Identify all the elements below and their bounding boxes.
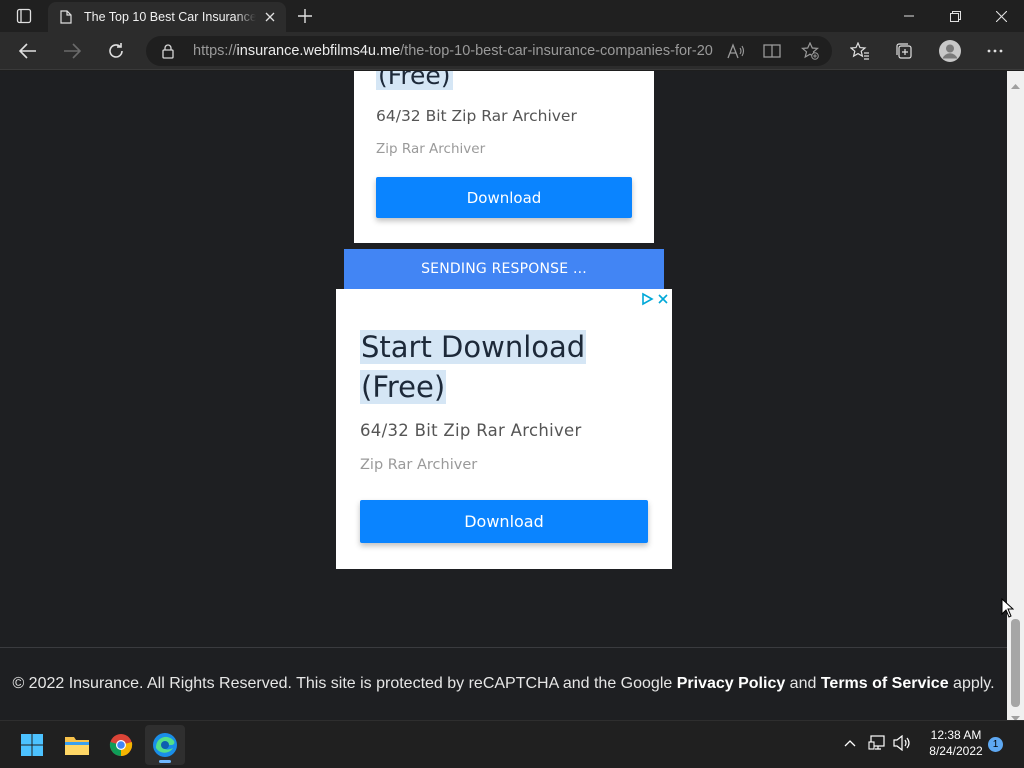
scroll-up-icon[interactable] bbox=[1011, 74, 1020, 93]
chevron-up-icon bbox=[844, 740, 856, 747]
forward-arrow-icon bbox=[64, 43, 81, 59]
address-bar[interactable]: https://insurance.webfilms4u.me/the-top-… bbox=[146, 36, 832, 66]
mouse-cursor-icon bbox=[1001, 597, 1015, 622]
ad-subtitle: 64/32 Bit Zip Rar Archiver bbox=[360, 421, 582, 440]
footer-divider bbox=[0, 647, 1007, 648]
add-favorite-icon[interactable] bbox=[800, 42, 820, 60]
url-text[interactable]: https://insurance.webfilms4u.me/the-top-… bbox=[193, 43, 713, 59]
close-tab-icon[interactable] bbox=[262, 9, 278, 25]
chrome-icon bbox=[109, 734, 133, 756]
back-button[interactable] bbox=[13, 36, 43, 66]
restore-icon bbox=[949, 10, 961, 22]
ad-headline[interactable]: Start Download (Free) bbox=[360, 327, 587, 407]
adchoices-icon[interactable] bbox=[640, 291, 654, 310]
ad-source: Zip Rar Archiver bbox=[360, 457, 478, 473]
taskbar: 12:38 AM 8/24/2022 1 bbox=[0, 720, 1024, 768]
collections-icon bbox=[896, 43, 912, 59]
ad-close-icon[interactable] bbox=[656, 291, 670, 310]
ad-subtitle: 64/32 Bit Zip Rar Archiver bbox=[376, 107, 577, 125]
scrollbar-thumb[interactable] bbox=[1011, 619, 1020, 707]
favorites-button[interactable] bbox=[845, 36, 875, 66]
notification-badge[interactable]: 1 bbox=[988, 737, 1003, 752]
clock-time: 12:38 AM bbox=[930, 728, 982, 742]
footer-text: © 2022 Insurance. All Rights Reserved. T… bbox=[12, 675, 995, 692]
new-tab-button[interactable] bbox=[292, 4, 318, 28]
more-icon bbox=[987, 49, 1003, 53]
file-explorer-icon bbox=[65, 737, 89, 755]
browser-toolbar: https://insurance.webfilms4u.me/the-top-… bbox=[0, 32, 1024, 70]
plus-icon bbox=[298, 9, 312, 23]
lock-icon[interactable] bbox=[162, 44, 174, 63]
privacy-policy-link[interactable]: Privacy Policy bbox=[677, 675, 786, 692]
ad-card-main[interactable]: Start Download (Free) 64/32 Bit Zip Rar A… bbox=[336, 289, 672, 569]
terms-of-service-link[interactable]: Terms of Service bbox=[821, 675, 949, 692]
tab-actions-button[interactable] bbox=[8, 4, 40, 28]
edge-icon bbox=[153, 733, 177, 757]
edge-button[interactable] bbox=[145, 725, 185, 765]
minimize-icon bbox=[904, 15, 914, 17]
read-aloud-icon[interactable] bbox=[726, 42, 746, 60]
tab-title: The Top 10 Best Car Insurance Companies … bbox=[84, 10, 256, 24]
settings-menu-button[interactable] bbox=[980, 36, 1010, 66]
close-window-button[interactable] bbox=[978, 0, 1024, 32]
favorites-icon bbox=[850, 42, 869, 60]
page-icon bbox=[60, 10, 74, 24]
ad-card-top[interactable]: (Free) 64/32 Bit Zip Rar Archiver Zip Ra… bbox=[354, 71, 654, 243]
refresh-button[interactable] bbox=[101, 36, 131, 66]
profile-button[interactable] bbox=[935, 36, 965, 66]
minimize-button[interactable] bbox=[886, 0, 932, 32]
volume-button[interactable] bbox=[892, 733, 912, 753]
tab-actions-icon bbox=[16, 8, 32, 24]
taskbar-clock[interactable]: 12:38 AM 8/24/2022 bbox=[918, 727, 994, 759]
web-page: (Free) 64/32 Bit Zip Rar Archiver Zip Ra… bbox=[0, 71, 1007, 720]
profile-avatar-icon bbox=[939, 40, 961, 62]
forward-button[interactable] bbox=[57, 36, 87, 66]
start-icon bbox=[21, 734, 43, 756]
ad-source: Zip Rar Archiver bbox=[376, 141, 486, 157]
chrome-button[interactable] bbox=[101, 725, 141, 765]
download-button[interactable]: Download bbox=[376, 177, 632, 218]
ad-headline[interactable]: (Free) bbox=[376, 71, 453, 90]
tab-strip: The Top 10 Best Car Insurance Companies … bbox=[0, 0, 1024, 32]
restore-button[interactable] bbox=[932, 0, 978, 32]
page-scrollbar[interactable] bbox=[1007, 71, 1024, 721]
show-hidden-icons-button[interactable] bbox=[840, 733, 860, 753]
close-icon bbox=[995, 10, 1007, 22]
clock-date: 8/24/2022 bbox=[929, 744, 983, 758]
sending-response-banner: SENDING RESPONSE ... bbox=[344, 249, 664, 289]
immersive-reader-icon[interactable] bbox=[762, 42, 782, 60]
download-button[interactable]: Download bbox=[360, 500, 648, 543]
back-arrow-icon bbox=[19, 43, 36, 59]
start-button[interactable] bbox=[12, 725, 52, 765]
network-button[interactable] bbox=[867, 733, 887, 753]
refresh-icon bbox=[109, 43, 123, 58]
file-explorer-button[interactable] bbox=[57, 725, 97, 765]
browser-tab[interactable]: The Top 10 Best Car Insurance Companies … bbox=[48, 2, 286, 32]
collections-button[interactable] bbox=[889, 36, 919, 66]
volume-icon bbox=[893, 735, 910, 751]
network-icon bbox=[868, 735, 885, 750]
